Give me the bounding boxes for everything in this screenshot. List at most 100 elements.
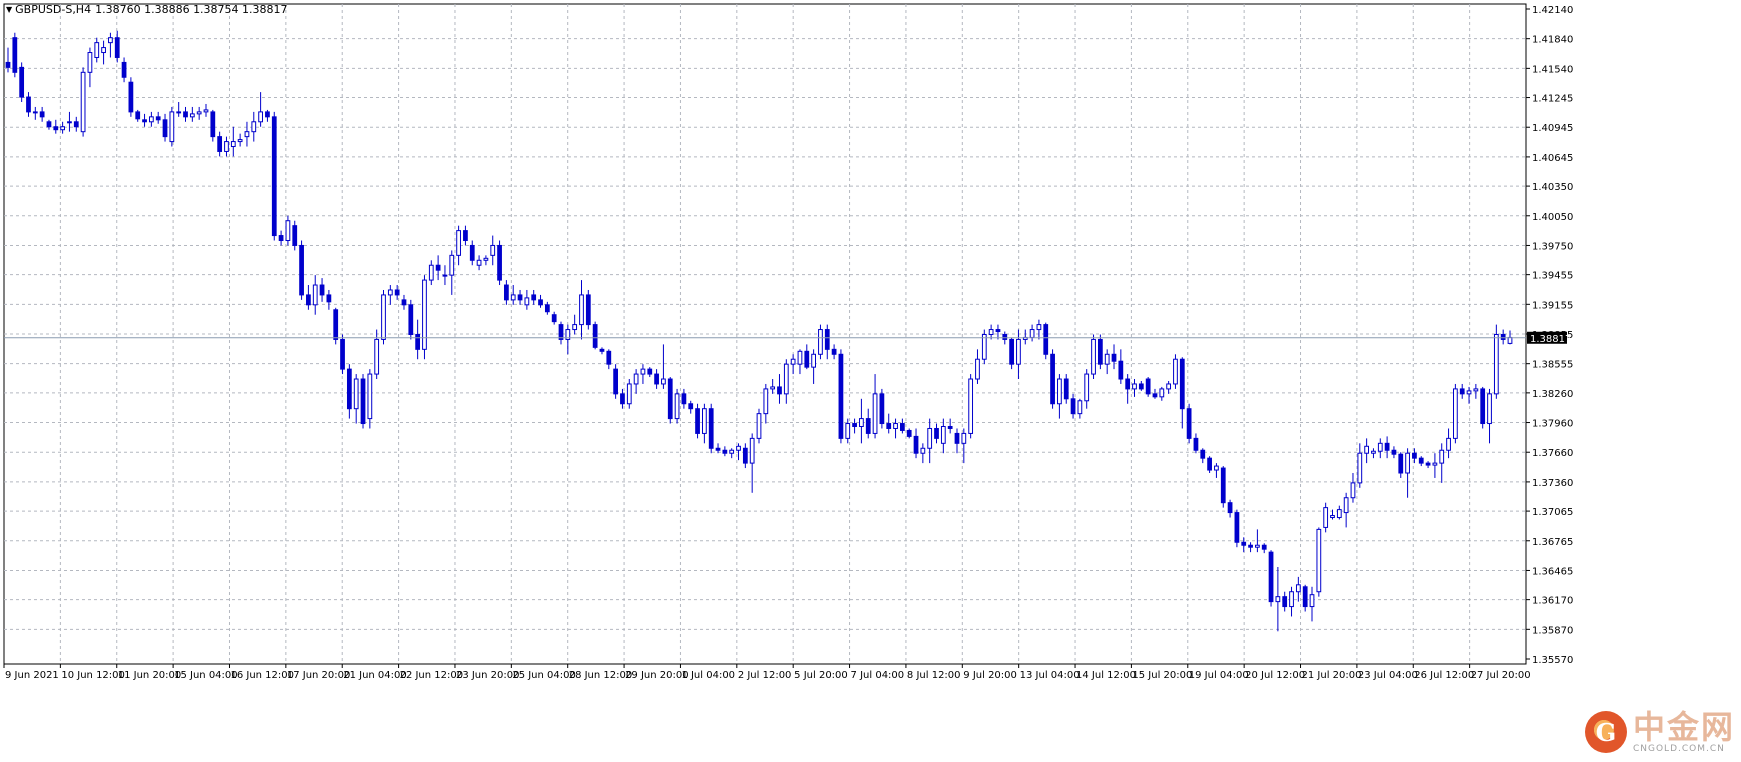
candle-body-bull [736, 445, 741, 451]
candle-body-bear [886, 423, 892, 429]
candle-body-bear [1145, 378, 1151, 395]
candle-body-bull [251, 121, 257, 133]
candle-body-bull [422, 279, 427, 350]
candle [333, 307, 339, 345]
candle-body-bull [1357, 452, 1363, 484]
x-tick-label: 25 Jun 04:00 [512, 670, 576, 681]
candle-body-bull [579, 294, 584, 326]
x-tick-label: 21 Jun 04:00 [343, 670, 407, 681]
candle [1316, 527, 1322, 597]
candle-body-bear [1261, 544, 1267, 550]
x-tick-label: 15 Jun 04:00 [174, 670, 238, 681]
candle [19, 62, 25, 102]
dropdown-triangle-icon[interactable]: ▼ [6, 5, 12, 14]
candle-body-bear [271, 116, 277, 237]
candle-body-bear [346, 368, 352, 410]
x-tick-label: 28 Jun 12:00 [569, 670, 633, 681]
candle-body-bull [818, 329, 823, 355]
candle [1091, 334, 1096, 380]
chart-window[interactable]: 1.42140 1.41840 1.41540 1.41245 1.40945 1.406… [0, 0, 1741, 762]
candle-body-bear [504, 284, 509, 301]
candle-body-bull [1446, 437, 1451, 451]
candle-body-bull [1255, 544, 1260, 548]
candle-body-bear [299, 244, 304, 296]
candle-body-bull [763, 388, 769, 415]
candle-body-bull [756, 413, 762, 439]
x-tick-label: 9 Jul 20:00 [963, 670, 1017, 681]
candle [381, 289, 386, 345]
candle-body-bear [326, 294, 332, 303]
candle-body-bull [749, 437, 755, 464]
candle-body-bull [1166, 383, 1172, 390]
y-tick-label: 1.36465 [1532, 566, 1573, 577]
candle-body-bull [920, 447, 926, 454]
candle-body-bear [592, 324, 598, 348]
candle-body-bear [1207, 457, 1212, 471]
y-tick-label: 1.39155 [1532, 300, 1573, 311]
candle-body-bear [5, 61, 11, 68]
candle-body-bear [183, 111, 188, 118]
candle-body-bear [613, 368, 619, 395]
candle [613, 364, 619, 399]
candle-body-bull [1350, 482, 1356, 499]
candle-body-bull [176, 111, 182, 114]
candle-body-bull [961, 432, 967, 444]
candle-body-bull [148, 116, 154, 123]
x-tick-label: 14 Jul 12:00 [1076, 670, 1136, 681]
candle-body-bull [1084, 373, 1090, 402]
x-tick-label: 9 Jun 2021 [5, 670, 59, 681]
candle [1186, 403, 1192, 444]
candle-body-bull [80, 71, 86, 133]
candle [879, 388, 885, 429]
candle-body-bull [258, 111, 263, 123]
candle [818, 324, 823, 360]
candle-body-bear [415, 333, 421, 350]
candle-body-bear [1125, 378, 1131, 390]
candle-body-bear [1459, 388, 1465, 395]
candlestick-chart[interactable]: 1.42140 1.41840 1.41540 1.41245 1.40945 1.406… [0, 0, 1741, 762]
candle-body-bull [1173, 358, 1178, 385]
candle-body-bull [381, 294, 386, 340]
candle-body-bear [899, 423, 905, 431]
candle-body-bear [1302, 586, 1308, 608]
candle-body-bear [73, 121, 79, 128]
candle-body-bear [667, 378, 673, 420]
candle [756, 408, 762, 444]
candle-body-bear [1070, 398, 1076, 415]
candle [1173, 354, 1178, 389]
candle-body-bull [988, 329, 994, 335]
candle-body-bull [1336, 509, 1342, 519]
candle-body-bear [265, 111, 270, 118]
candle-body-bear [1412, 452, 1417, 459]
y-tick-label: 1.37960 [1532, 419, 1573, 430]
x-tick-label: 17 Jun 20:00 [287, 670, 351, 681]
x-tick-label: 19 Jul 04:00 [1189, 670, 1249, 681]
candle-body-bull [510, 294, 516, 301]
candle-body-bear [292, 225, 298, 246]
candle-body-bear [1002, 333, 1008, 340]
candle-body-bull [975, 358, 980, 380]
candle-body-bull [94, 42, 100, 58]
y-tick-label: 1.41540 [1532, 64, 1573, 75]
candle-body-bear [831, 348, 837, 355]
candle-body-bear [585, 294, 591, 326]
candle-body-bull [1453, 388, 1458, 439]
candle-body-bear [1050, 353, 1055, 405]
candle [1207, 456, 1212, 474]
y-tick-label: 1.38555 [1532, 360, 1573, 371]
candle [169, 106, 175, 147]
candle-body-bull [108, 37, 113, 44]
candle-body-bull [60, 126, 65, 131]
candle-body-bear [777, 386, 782, 395]
candle [299, 240, 304, 300]
candle-body-bear [155, 116, 161, 121]
candle-body-bull [428, 264, 434, 281]
y-tick-label: 1.36170 [1532, 596, 1573, 607]
candle-body-bear [558, 324, 564, 340]
candle-body-bull [1275, 596, 1281, 603]
candle-body-bull [285, 220, 291, 242]
candle [968, 374, 974, 439]
candle-body-bear [838, 353, 844, 439]
x-tick-label: 27 Jul 20:00 [1471, 670, 1531, 681]
candle-body-bear [1111, 353, 1117, 362]
